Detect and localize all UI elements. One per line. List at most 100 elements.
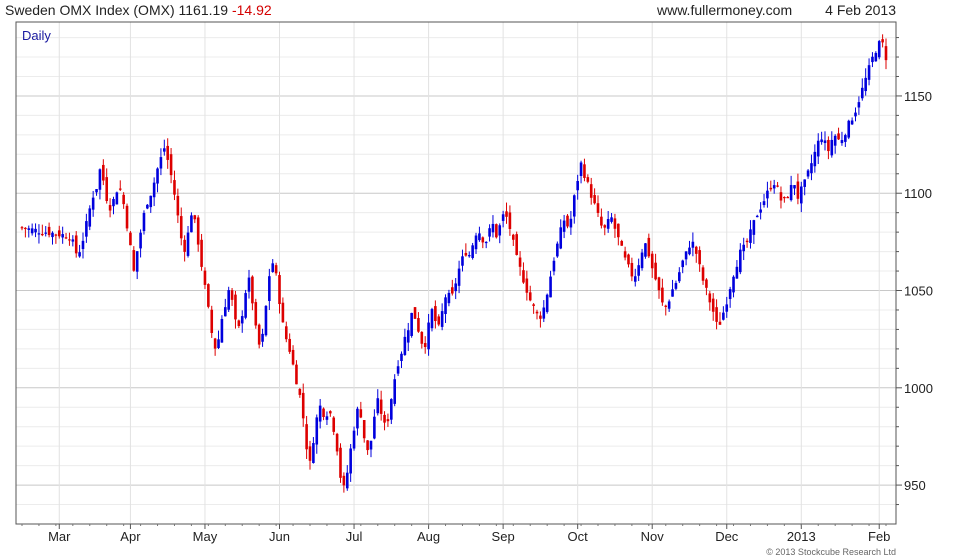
candle-body bbox=[732, 276, 735, 293]
candle-body bbox=[725, 304, 729, 312]
candle-body bbox=[671, 289, 674, 297]
y-tick-label: 1150 bbox=[904, 89, 932, 104]
candle-series bbox=[20, 34, 888, 493]
candle-body bbox=[373, 416, 376, 439]
candle-body bbox=[803, 179, 806, 187]
candle-body bbox=[135, 251, 139, 272]
candle-body bbox=[271, 263, 275, 272]
x-tick-label: Jun bbox=[269, 529, 290, 544]
plot-frame bbox=[15, 21, 897, 525]
candle-body bbox=[806, 170, 810, 177]
candle-body bbox=[71, 239, 75, 242]
x-tick-label: May bbox=[193, 529, 218, 544]
candle-body bbox=[840, 140, 844, 144]
candle-body bbox=[603, 225, 607, 228]
candle-body bbox=[796, 181, 800, 199]
candle-body bbox=[430, 309, 434, 329]
y-tick-label: 950 bbox=[904, 478, 926, 493]
candle-body bbox=[589, 184, 593, 198]
candle-body bbox=[562, 220, 566, 232]
candle-body bbox=[186, 232, 190, 256]
candle-body bbox=[644, 243, 647, 257]
candle-body bbox=[867, 65, 871, 80]
candle-body bbox=[420, 331, 424, 344]
candle-body bbox=[427, 322, 430, 350]
candle-body bbox=[871, 56, 874, 63]
candle-body bbox=[816, 140, 820, 157]
candle-body bbox=[728, 289, 732, 299]
x-tick-label: Oct bbox=[568, 529, 589, 544]
candle-body bbox=[227, 290, 230, 310]
candle-body bbox=[129, 232, 132, 246]
candle-body bbox=[786, 197, 790, 199]
candle-body bbox=[549, 276, 552, 298]
candle-body bbox=[664, 305, 668, 307]
candle-body bbox=[37, 233, 41, 235]
candle-body bbox=[813, 151, 817, 167]
x-tick-label: Aug bbox=[417, 529, 440, 544]
candle-body bbox=[142, 212, 146, 232]
candle-body bbox=[210, 309, 214, 333]
candle-body bbox=[200, 239, 203, 267]
candle-body bbox=[166, 145, 169, 160]
candle-body bbox=[295, 364, 298, 385]
candle-body bbox=[711, 298, 715, 312]
candle-body bbox=[318, 405, 322, 422]
candle-body bbox=[654, 262, 657, 280]
candle-body bbox=[722, 312, 725, 320]
candle-body bbox=[860, 87, 864, 99]
candle-body bbox=[752, 220, 756, 235]
candle-body bbox=[366, 440, 369, 451]
candle-body bbox=[390, 399, 393, 420]
candle-body bbox=[217, 339, 220, 349]
candle-body bbox=[163, 148, 166, 152]
candle-body bbox=[511, 234, 515, 240]
candle-body bbox=[230, 290, 234, 300]
candle-body bbox=[139, 232, 142, 249]
candle-body bbox=[213, 338, 217, 349]
candle-body bbox=[461, 256, 464, 266]
candle-body bbox=[627, 254, 630, 265]
candle-body bbox=[85, 221, 88, 237]
candle-body bbox=[444, 297, 447, 315]
candle-body bbox=[772, 185, 776, 189]
candle-body bbox=[545, 294, 549, 312]
candle-body bbox=[542, 307, 546, 319]
candle-body bbox=[305, 424, 308, 450]
candle-body bbox=[169, 154, 173, 176]
candle-body bbox=[51, 232, 54, 238]
candle-body bbox=[884, 46, 888, 61]
candle-body bbox=[257, 324, 261, 345]
candle-body bbox=[559, 227, 563, 249]
candle-body bbox=[440, 311, 444, 327]
copyright-text: © 2013 Stockcube Research Ltd bbox=[766, 547, 896, 557]
candle-body bbox=[203, 270, 207, 285]
candle-body bbox=[495, 224, 498, 238]
candle-body bbox=[386, 419, 390, 422]
x-tick-label: Jul bbox=[346, 529, 363, 544]
candle-body bbox=[488, 228, 491, 237]
candle-body bbox=[579, 162, 583, 177]
candle-body bbox=[498, 225, 502, 236]
candle-body bbox=[837, 133, 840, 140]
candle-body bbox=[844, 135, 847, 142]
candle-body bbox=[793, 185, 796, 189]
candle-body bbox=[74, 235, 78, 254]
candle-body bbox=[30, 228, 34, 234]
candle-body bbox=[783, 197, 786, 199]
candle-body bbox=[481, 237, 485, 243]
candle-body bbox=[661, 287, 664, 303]
candle-body bbox=[678, 272, 681, 282]
candle-body bbox=[688, 247, 691, 255]
candle-body bbox=[484, 241, 488, 244]
candle-body bbox=[352, 430, 356, 449]
candle-body bbox=[44, 232, 48, 234]
candle-body bbox=[617, 223, 620, 238]
candle-body bbox=[830, 139, 834, 156]
candle-body bbox=[505, 211, 508, 217]
candle-body bbox=[362, 420, 366, 439]
candle-body bbox=[179, 216, 183, 239]
candle-body bbox=[254, 302, 258, 326]
candle-body bbox=[647, 237, 651, 257]
candle-body bbox=[755, 215, 759, 218]
